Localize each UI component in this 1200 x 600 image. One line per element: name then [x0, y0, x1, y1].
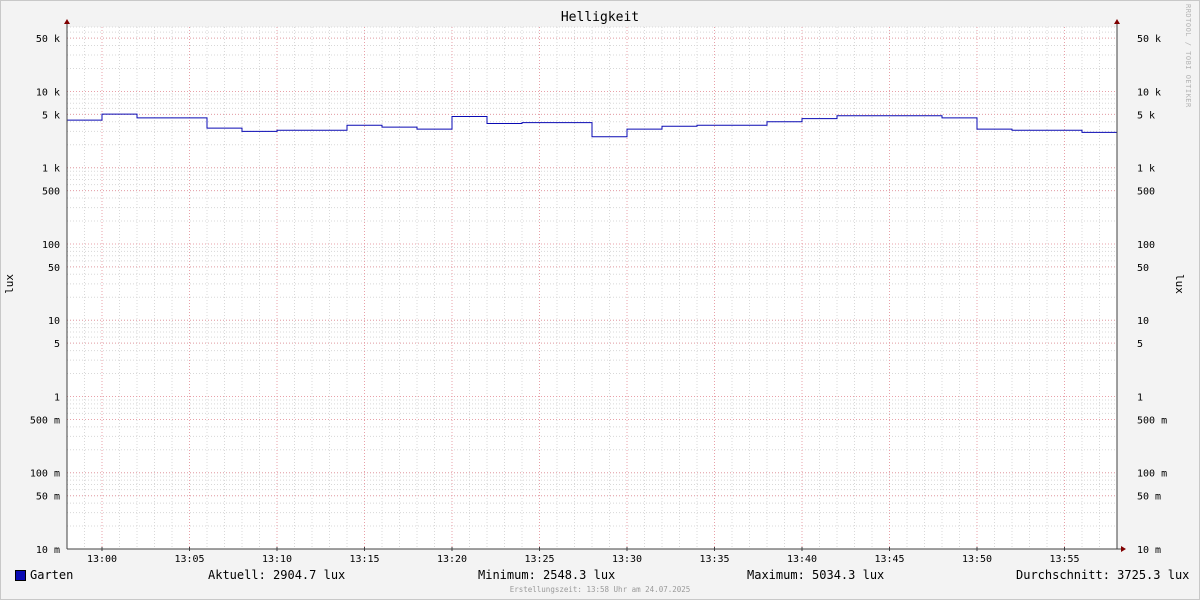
x-tick-label: 13:40 — [787, 554, 817, 565]
x-ticks: 13:00 13:05 13:10 13:15 13:20 13:25 13:30 13:35… — [87, 554, 1080, 565]
y-tick-label-right: 1 k — [1137, 164, 1155, 175]
y-tick-label-left: 5 k — [42, 110, 60, 121]
y-tick-label-left: 10 k — [36, 87, 60, 98]
y-tick-label-left: 50 k — [36, 34, 60, 45]
legend-minimum: Minimum: 2548.3 lux — [478, 568, 616, 582]
y-tick-label-left: 10 — [48, 316, 60, 327]
y-tick-label-right: 50 m — [1137, 492, 1161, 503]
x-tick-label: 13:00 — [87, 554, 117, 565]
y-tick-label-left: 50 — [48, 263, 60, 274]
y-tick-label-left: 1 — [54, 392, 60, 403]
footer-timestamp: Erstellungszeit: 13:58 Uhr am 24.07.2025 — [509, 585, 691, 594]
y-tick-label-right: 10 k — [1137, 87, 1161, 98]
legend-average: Durchschnitt: 3725.3 lux — [1016, 568, 1190, 582]
y-tick-label-left: 5 — [54, 339, 60, 350]
x-tick-label: 13:45 — [874, 554, 904, 565]
y-tick-label-right: 500 m — [1137, 415, 1167, 426]
y-tick-label-left: 500 — [42, 187, 60, 198]
x-tick-label: 13:25 — [524, 554, 554, 565]
x-tick-label: 13:15 — [349, 554, 379, 565]
legend-series-name: Garten — [30, 568, 74, 582]
y-tick-label-right: 10 — [1137, 316, 1149, 327]
y-tick-label-right: 100 — [1137, 240, 1155, 251]
y-ticks-right: 50 k 10 k 5 k 1 k 500 100 50 10 5 1 500 m 100 m 50 m… — [1137, 34, 1167, 556]
y-tick-label-left: 1 k — [42, 164, 60, 175]
y-axis-arrow-left — [64, 19, 70, 24]
y-tick-label-left: 100 m — [30, 469, 60, 480]
y-axis-arrow-right — [1114, 19, 1120, 24]
legend: Garten Aktuell: 2904.7 lux Minimum: 2548… — [0, 568, 1200, 584]
y-tick-label-right: 5 k — [1137, 110, 1155, 121]
x-tick-label: 13:20 — [437, 554, 467, 565]
y-tick-label-right: 500 — [1137, 187, 1155, 198]
y-tick-label-right: 5 — [1137, 339, 1143, 350]
y-tick-label-left: 10 m — [36, 545, 60, 556]
legend-swatch-garten — [15, 570, 26, 581]
x-tick-label: 13:50 — [962, 554, 992, 565]
x-tick-label: 13:55 — [1049, 554, 1079, 565]
y-tick-label-left: 500 m — [30, 415, 60, 426]
y-tick-label-right: 10 m — [1137, 545, 1161, 556]
y-tick-label-right: 1 — [1137, 392, 1143, 403]
x-axis-arrow — [1121, 546, 1126, 552]
chart-svg: 50 k 10 k 5 k 1 k 500 100 50 10 5 1 500 m 100 m 50 m… — [30, 19, 1167, 565]
y-ticks-left: 50 k 10 k 5 k 1 k 500 100 50 10 5 1 500 m 100 m 50 m… — [30, 34, 60, 556]
x-tick-label: 13:05 — [174, 554, 204, 565]
y-tick-label-left: 100 — [42, 240, 60, 251]
y-tick-label-right: 50 k — [1137, 34, 1161, 45]
legend-maximum: Maximum: 5034.3 lux — [747, 568, 885, 582]
x-tick-label: 13:30 — [612, 554, 642, 565]
x-tick-label: 13:35 — [699, 554, 729, 565]
legend-current: Aktuell: 2904.7 lux — [208, 568, 346, 582]
x-tick-label: 13:10 — [262, 554, 292, 565]
y-tick-label-right: 50 — [1137, 263, 1149, 274]
y-tick-label-left: 50 m — [36, 492, 60, 503]
y-tick-label-right: 100 m — [1137, 469, 1167, 480]
